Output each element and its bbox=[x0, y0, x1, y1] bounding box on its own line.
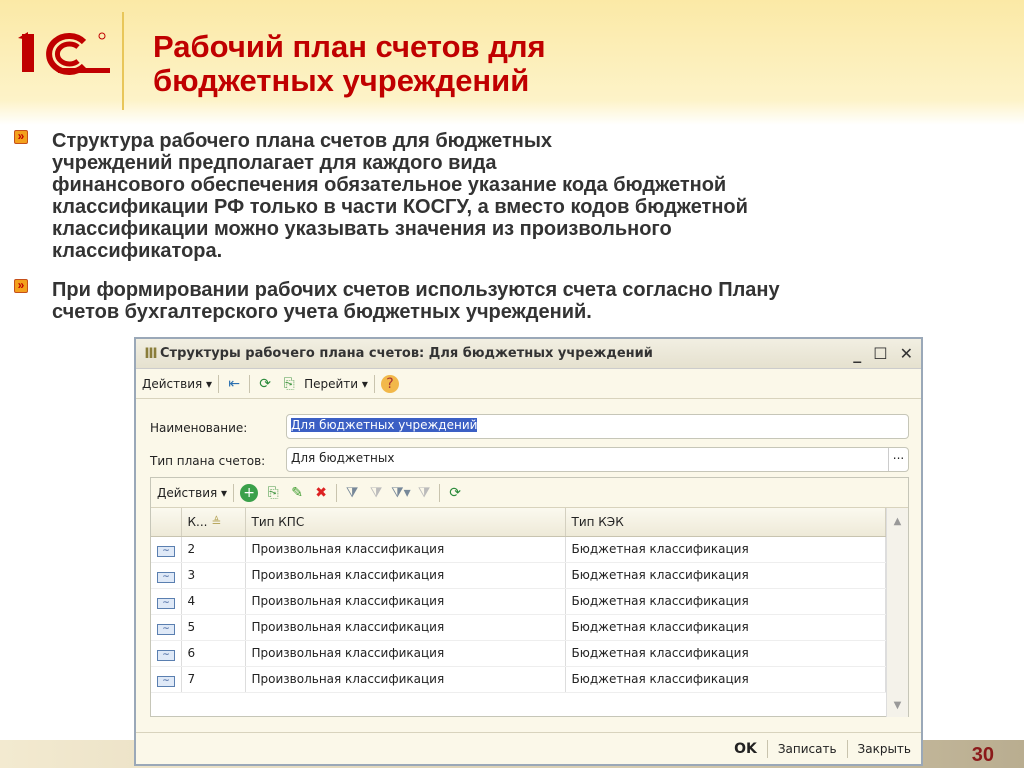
table-cell: Бюджетная классификация bbox=[565, 536, 886, 563]
add-icon[interactable]: + bbox=[240, 483, 259, 502]
help-icon[interactable]: ? bbox=[380, 374, 399, 393]
table-cell: Произвольная классификация bbox=[245, 666, 566, 693]
page-number: 30 bbox=[971, 744, 994, 766]
save-close-icon[interactable]: ⇤ bbox=[225, 375, 243, 393]
table-cell: Бюджетная классификация bbox=[565, 562, 886, 589]
row-icon: ~ bbox=[151, 588, 182, 615]
edit-icon[interactable]: ✎ bbox=[288, 484, 306, 502]
table-cell: Произвольная классификация bbox=[245, 640, 566, 667]
structure-table-group: Действия ▾ + ⎘ ✎ ✖ ⧩ ⧩ ⧩▾ ⧩ ⟳ К... ≜ Тип… bbox=[150, 477, 909, 717]
select-button[interactable]: ... bbox=[888, 448, 908, 471]
filter-set-icon[interactable]: ⧩ bbox=[343, 484, 361, 502]
table-icon: Ⅲ bbox=[144, 345, 158, 362]
row-icon: ~ bbox=[151, 536, 182, 563]
row-icon: ~ bbox=[151, 666, 182, 693]
bullet-arrow-icon: » bbox=[14, 130, 28, 144]
slide-title: Рабочий план счетов для бюджетных учрежде… bbox=[153, 29, 546, 98]
filter-icon: ⧩ bbox=[369, 484, 383, 501]
plan-type-value: Для бюджетных bbox=[291, 451, 395, 465]
column-header-kek-type[interactable]: Тип КЭК bbox=[565, 508, 886, 537]
table-cell: 3 bbox=[181, 562, 246, 589]
table-toolbar: Действия ▾ + ⎘ ✎ ✖ ⧩ ⧩ ⧩▾ ⧩ ⟳ bbox=[151, 478, 908, 508]
maximize-button[interactable]: ☐ bbox=[873, 344, 887, 363]
form-toolbar: Действия ▾ ⇤ ⟳ ⎘ Перейти ▾ ? bbox=[136, 369, 921, 399]
refresh-table-icon[interactable]: ⟳ bbox=[446, 484, 464, 502]
column-header-kps-type[interactable]: Тип КПС bbox=[245, 508, 566, 537]
structure-table: К... ≜ Тип КПС Тип КЭК ~2 Произвольная кл… bbox=[151, 508, 886, 693]
ok-button[interactable]: OK bbox=[734, 741, 757, 757]
bullet-text: Структура рабочего плана счетов для бюдж… bbox=[52, 130, 748, 262]
table-cell: Произвольная классификация bbox=[245, 536, 566, 563]
window-titlebar: Ⅲ Структуры рабочего плана счетов: Для б… bbox=[136, 339, 921, 369]
table-cell: Произвольная классификация bbox=[245, 588, 566, 615]
icon-col-header bbox=[151, 508, 182, 537]
table-cell: Бюджетная классификация bbox=[565, 640, 886, 667]
filter-clear-icon: ⧩ bbox=[417, 484, 431, 501]
row-icon: ~ bbox=[151, 614, 182, 641]
table-row[interactable]: ~5 Произвольная классификация Бюджетная кл… bbox=[151, 614, 886, 641]
table-row[interactable]: ~4 Произвольная классификация Бюджетная кл… bbox=[151, 588, 886, 615]
column-header-code[interactable]: К... ≜ bbox=[181, 508, 246, 537]
table-row[interactable]: ~2 Произвольная классификация Бюджетная кл… bbox=[151, 536, 886, 563]
dialog-window: Ⅲ Структуры рабочего плана счетов: Для б… bbox=[134, 337, 923, 766]
refresh-icon[interactable]: ⟳ bbox=[256, 375, 274, 393]
name-label: Наименование: bbox=[150, 421, 248, 435]
table-row[interactable]: ~7 Произвольная классификация Бюджетная кл… bbox=[151, 666, 886, 693]
bullet-arrow-icon: » bbox=[14, 279, 28, 293]
copy-icon[interactable]: ⎘ bbox=[264, 484, 282, 502]
filter-menu-icon[interactable]: ⧩▾ bbox=[391, 484, 411, 502]
copy-new-icon[interactable]: ⎘ bbox=[280, 375, 298, 393]
table-cell: 7 bbox=[181, 666, 246, 693]
table-scrollbar[interactable]: ▲ ▼ bbox=[886, 508, 908, 717]
table-actions-menu[interactable]: Действия ▾ bbox=[157, 486, 227, 500]
bullet-text: При формировании рабочих счетов использу… bbox=[52, 279, 780, 323]
table-row[interactable]: ~3 Произвольная классификация Бюджетная кл… bbox=[151, 562, 886, 589]
table-cell: Бюджетная классификация bbox=[565, 588, 886, 615]
row-icon: ~ bbox=[151, 640, 182, 667]
close-button[interactable]: Закрыть bbox=[858, 742, 911, 756]
table-cell: 2 bbox=[181, 536, 246, 563]
close-window-button[interactable]: ✕ bbox=[900, 344, 913, 363]
table-cell: 6 bbox=[181, 640, 246, 667]
plan-type-input[interactable]: Для бюджетных... bbox=[286, 447, 909, 472]
table-cell: Произвольная классификация bbox=[245, 614, 566, 641]
table-cell: Бюджетная классификация bbox=[565, 614, 886, 641]
delete-icon[interactable]: ✖ bbox=[312, 484, 330, 502]
table-row[interactable]: ~6 Произвольная классификация Бюджетная кл… bbox=[151, 640, 886, 667]
name-value: Для бюджетных учреждений bbox=[291, 418, 478, 432]
actions-menu[interactable]: Действия ▾ bbox=[142, 377, 212, 391]
table-cell: 5 bbox=[181, 614, 246, 641]
row-icon: ~ bbox=[151, 562, 182, 589]
header-divider bbox=[122, 12, 124, 110]
window-title: Структуры рабочего плана счетов: Для бюд… bbox=[160, 346, 653, 361]
1c-logo bbox=[18, 32, 110, 75]
minimize-button[interactable]: _ bbox=[853, 344, 861, 363]
table-cell: Бюджетная классификация bbox=[565, 666, 886, 693]
table-cell: Произвольная классификация bbox=[245, 562, 566, 589]
table-cell: 4 bbox=[181, 588, 246, 615]
plan-type-label: Тип плана счетов: bbox=[150, 454, 266, 468]
save-button[interactable]: Записать bbox=[778, 742, 837, 756]
name-input[interactable]: Для бюджетных учреждений bbox=[286, 414, 909, 439]
dialog-button-bar: OK Записать Закрыть bbox=[136, 732, 921, 764]
goto-menu[interactable]: Перейти ▾ bbox=[304, 377, 368, 391]
